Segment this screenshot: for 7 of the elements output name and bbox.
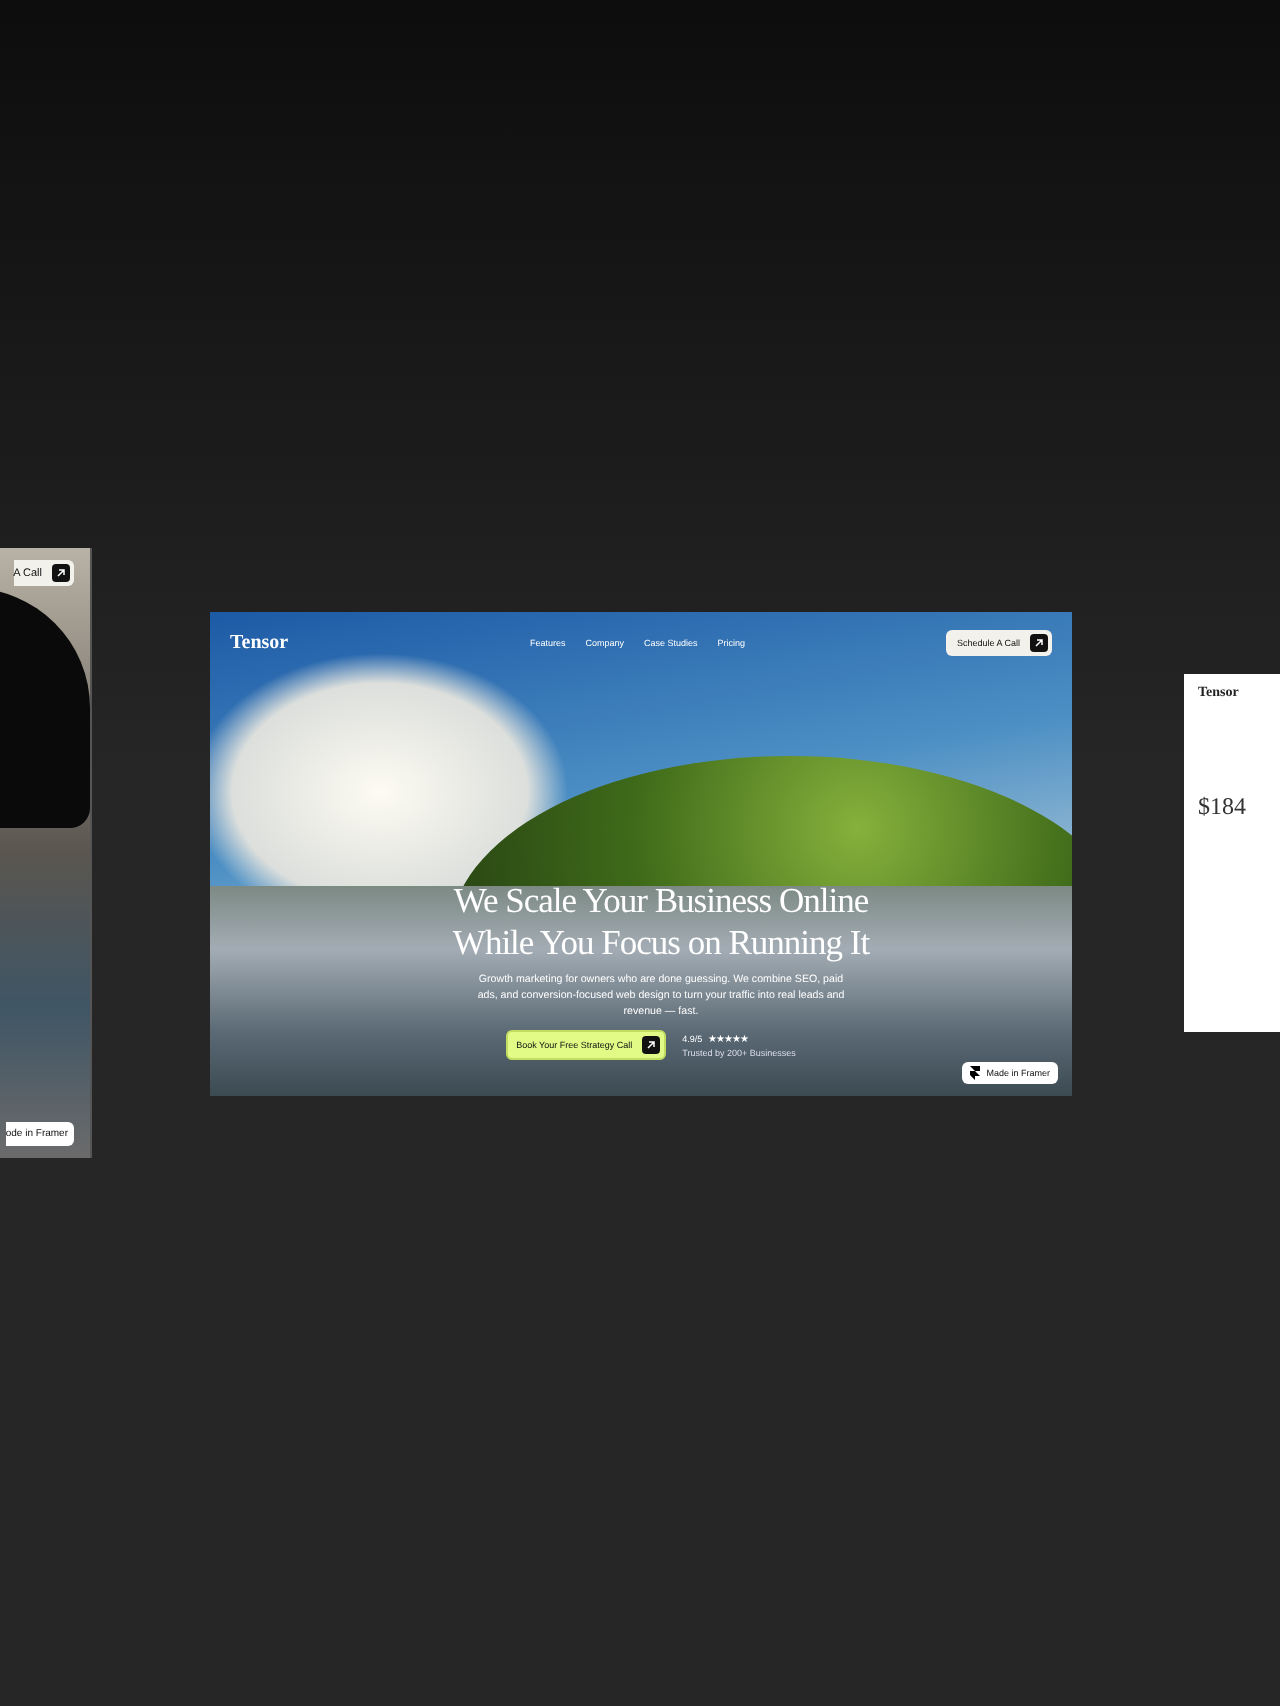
arrow-icon: [642, 1035, 661, 1053]
arrow-icon: [52, 564, 70, 582]
hero-title: We Scale Your Business Online While You Focus on Running It: [452, 879, 870, 963]
stat-value: $184: [1198, 792, 1248, 822]
logo-text[interactable]: Tensor: [230, 632, 530, 654]
framer-icon: [970, 1065, 981, 1079]
arrow-icon: [1030, 634, 1048, 652]
